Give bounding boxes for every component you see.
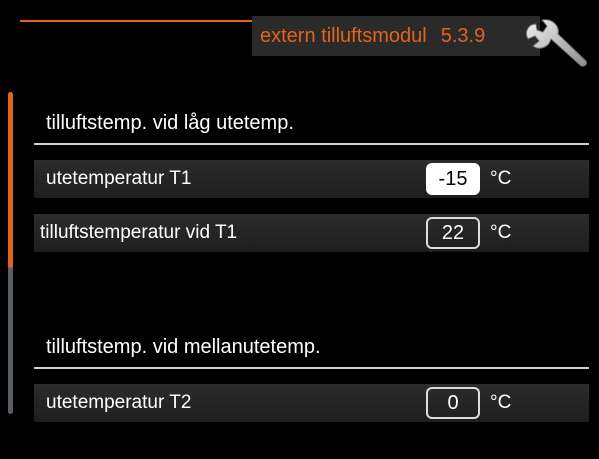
wrench-icon [525, 19, 587, 67]
row-supply-temp-at-t1[interactable]: tilluftstemperatur vid T1 22 °C [34, 214, 589, 252]
display-screen: extern tilluftsmodul 5.3.9 tilluftstemp. … [0, 0, 599, 459]
row-outdoor-temp-t2[interactable]: utetemperatur T2 0 °C [34, 384, 589, 422]
value-field-supply-t1[interactable]: 22 [426, 217, 480, 249]
menu-title: extern tilluftsmodul [260, 25, 427, 47]
scrollbar-thumb[interactable] [8, 92, 13, 268]
menu-number: 5.3.9 [440, 25, 486, 47]
value-field-t1[interactable]: -15 [426, 163, 480, 195]
row-label: utetemperatur T2 [46, 392, 192, 413]
row-label: utetemperatur T1 [46, 168, 192, 189]
section-heading-low-outdoor: tilluftstemp. vid låg utetemp. [46, 112, 294, 134]
row-outdoor-temp-t1[interactable]: utetemperatur T1 -15 °C [34, 160, 589, 198]
section-divider [34, 143, 589, 145]
unit-label: °C [490, 222, 512, 243]
menu-header: extern tilluftsmodul 5.3.9 [252, 16, 540, 56]
section-divider [34, 367, 589, 369]
header-accent-line [20, 20, 252, 22]
unit-label: °C [490, 168, 512, 189]
value-field-t2[interactable]: 0 [426, 387, 480, 419]
section-heading-mid-outdoor: tilluftstemp. vid mellanutetemp. [46, 336, 321, 358]
unit-label: °C [490, 392, 512, 413]
row-label: tilluftstemperatur vid T1 [40, 222, 238, 243]
